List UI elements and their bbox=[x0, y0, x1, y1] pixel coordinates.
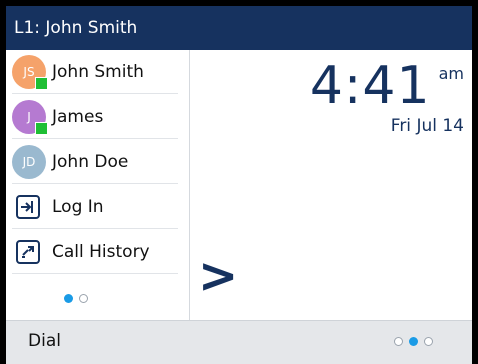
page-dot-active bbox=[64, 294, 73, 303]
avatar: JD bbox=[12, 144, 46, 179]
page-dot bbox=[394, 337, 403, 346]
sidebar-item-call-history[interactable]: Call History bbox=[12, 230, 178, 274]
page-dot-active bbox=[409, 337, 418, 346]
sidebar-item-log-in[interactable]: Log In bbox=[12, 185, 178, 229]
avatar-initials: JS bbox=[23, 64, 35, 79]
page-dot bbox=[424, 337, 433, 346]
sidebar-item-john-smith[interactable]: JS John Smith bbox=[12, 50, 178, 94]
next-page-arrow-icon[interactable]: > bbox=[198, 252, 238, 300]
sidebar-item-john-doe[interactable]: JD John Doe bbox=[12, 140, 178, 184]
presence-indicator bbox=[35, 121, 48, 135]
sidebar-item-label: Call History bbox=[52, 241, 150, 262]
sidebar: JS John Smith J James JD John Doe Log In… bbox=[6, 50, 190, 320]
line-title-bar: L1: John Smith bbox=[6, 6, 472, 50]
line-title: L1: John Smith bbox=[14, 18, 138, 38]
login-icon bbox=[16, 194, 40, 219]
avatar-initials: JD bbox=[22, 154, 36, 169]
clock-ampm: am bbox=[438, 64, 464, 83]
presence-indicator bbox=[35, 76, 48, 90]
clock-date: Fri Jul 14 bbox=[390, 116, 464, 136]
softkey-page-indicator bbox=[394, 337, 433, 346]
sidebar-item-james[interactable]: J James bbox=[12, 95, 178, 139]
sidebar-item-label: John Doe bbox=[52, 151, 129, 172]
screen-right-border bbox=[472, 0, 478, 364]
avatar: JS bbox=[12, 54, 48, 90]
time-row: 4:41 am bbox=[310, 58, 464, 114]
page-dot bbox=[79, 294, 88, 303]
sidebar-page-indicator bbox=[64, 294, 88, 303]
clock-time: 4:41 bbox=[309, 56, 431, 116]
clock: 4:41 am Fri Jul 14 bbox=[310, 58, 464, 136]
sidebar-item-label: Log In bbox=[52, 196, 104, 217]
phone-screen: L1: John Smith JS John Smith J James JD … bbox=[0, 0, 478, 364]
call-history-icon bbox=[16, 239, 40, 264]
sidebar-item-label: John Smith bbox=[52, 61, 144, 82]
avatar: J bbox=[12, 99, 48, 135]
softkey-bar: Dial bbox=[6, 320, 472, 364]
dial-softkey[interactable]: Dial bbox=[28, 331, 61, 351]
avatar-initials: J bbox=[27, 109, 31, 124]
sidebar-item-label: James bbox=[52, 106, 104, 127]
